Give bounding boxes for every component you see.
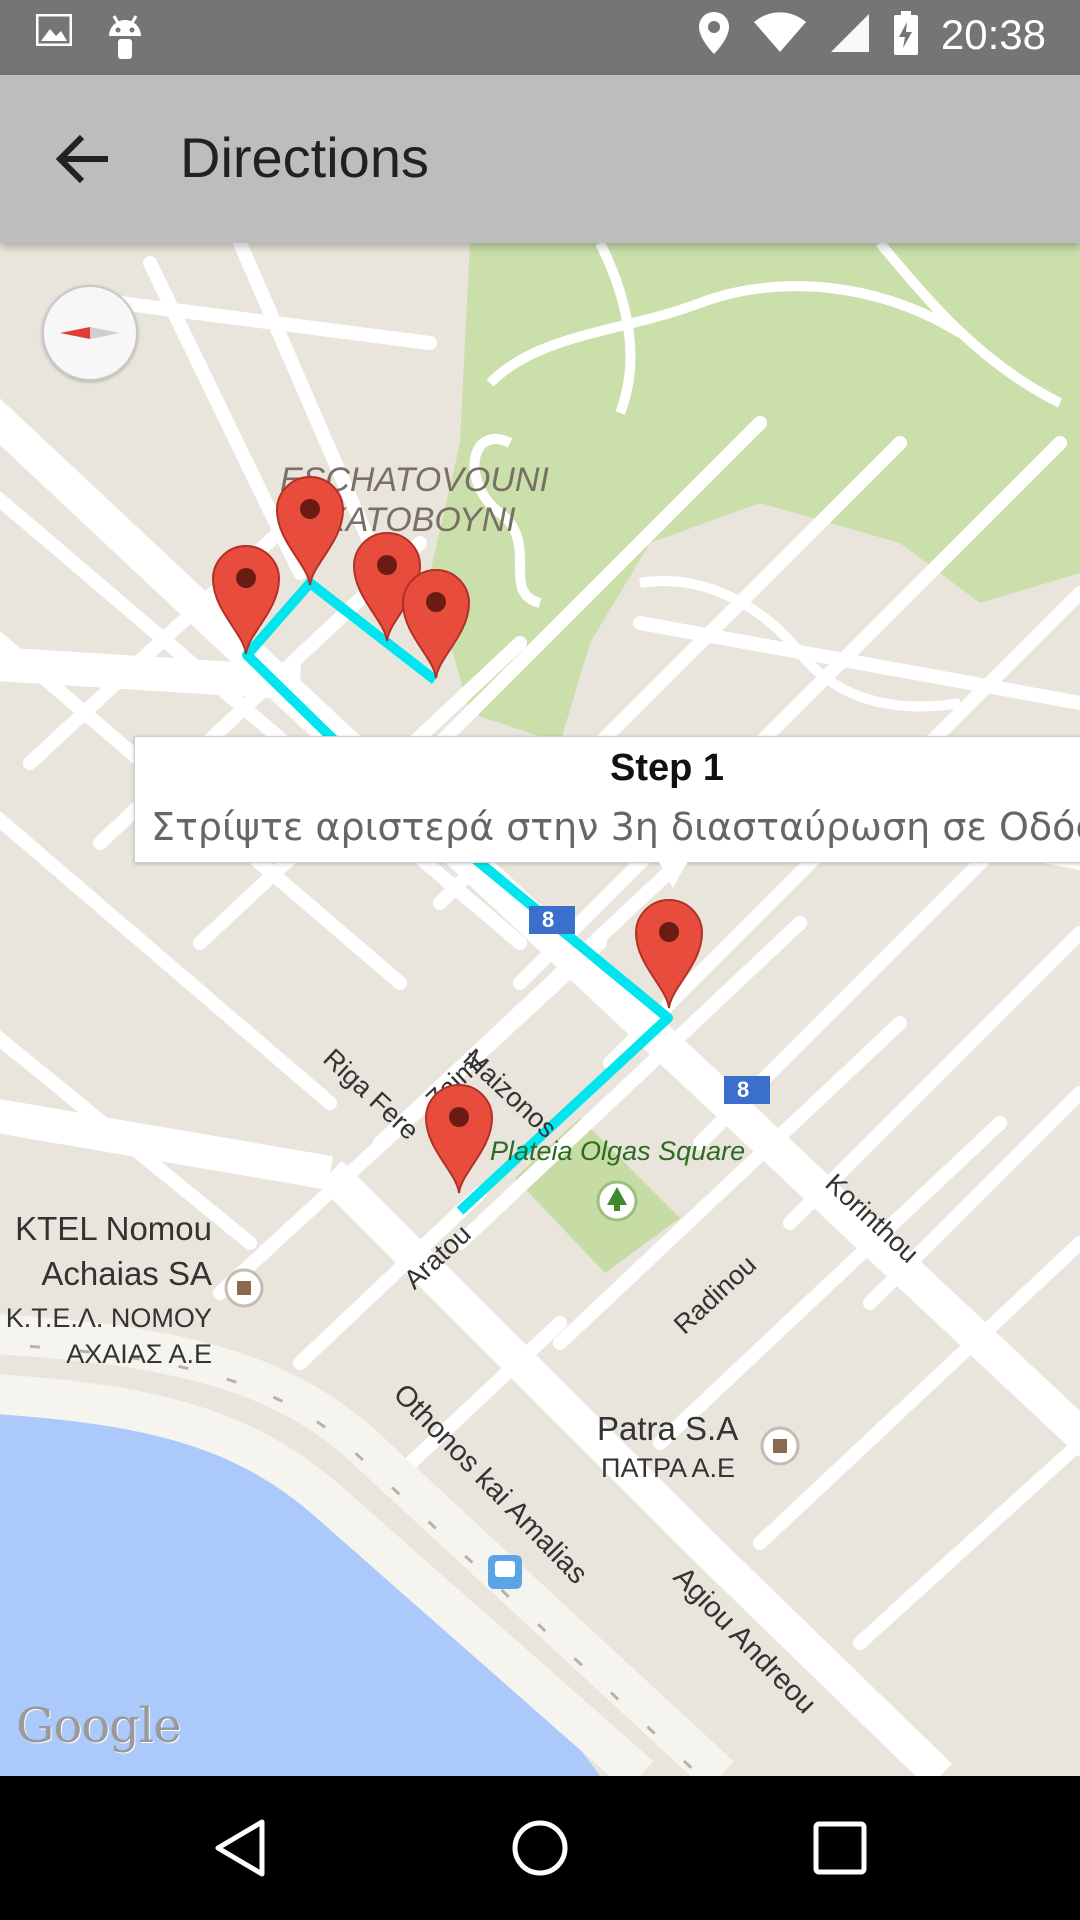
recents-nav-icon[interactable] (808, 1816, 872, 1880)
place-label: Achaias SA (41, 1255, 212, 1292)
map-view[interactable]: 8 8 ESCHATOVOUNI ΕΣΧΑΤΟΒΟΥΝΙ Maizonos Ri… (0, 243, 1080, 1776)
home-nav-icon[interactable] (508, 1816, 572, 1880)
place-label: KTEL Nomou (15, 1210, 212, 1247)
info-window-description: Στρίψτε αριστερά στην 3η διασταύρωση σε … (151, 805, 1080, 849)
android-icon (106, 14, 144, 64)
map-marker[interactable] (401, 568, 471, 680)
route-shield-number: 8 (542, 907, 555, 932)
back-nav-icon[interactable] (208, 1816, 272, 1880)
map-marker[interactable] (211, 544, 281, 656)
wifi-icon (753, 12, 807, 58)
map-marker[interactable] (424, 1083, 494, 1195)
info-window-pointer (659, 862, 687, 888)
compass-button[interactable] (42, 285, 138, 381)
map-marker[interactable] (634, 898, 704, 1010)
info-window-title: Step 1 (610, 747, 725, 789)
google-logo: Google (16, 1698, 182, 1754)
image-icon (35, 13, 73, 64)
status-bar: 20:38 (0, 0, 1080, 75)
signal-icon (829, 12, 871, 58)
battery-charging-icon (893, 10, 919, 60)
place-label: Patra S.A (597, 1410, 739, 1447)
place-label-greek: ΑΧΑΙΑΣ Α.Ε (66, 1339, 212, 1369)
navigation-bar (0, 1776, 1080, 1920)
status-time: 20:38 (940, 11, 1046, 58)
arrow-back-icon[interactable] (52, 127, 116, 191)
location-icon (697, 10, 731, 60)
map-marker[interactable] (275, 475, 345, 587)
park-label: Plateia Olgas Square (490, 1136, 746, 1166)
route-shield-number: 8 (737, 1077, 750, 1102)
place-label-greek: Κ.Τ.Ε.Λ. ΝΟΜΟΥ (5, 1303, 212, 1333)
place-label-greek: ΠΑΤΡΑ Α.Ε (601, 1453, 736, 1483)
page-title: Directions (180, 126, 429, 189)
app-bar: Directions (0, 75, 1080, 243)
compass-icon (60, 327, 120, 339)
info-window[interactable]: Step 1 Στρίψτε αριστερά στην 3η διασταύρ… (134, 736, 1080, 888)
